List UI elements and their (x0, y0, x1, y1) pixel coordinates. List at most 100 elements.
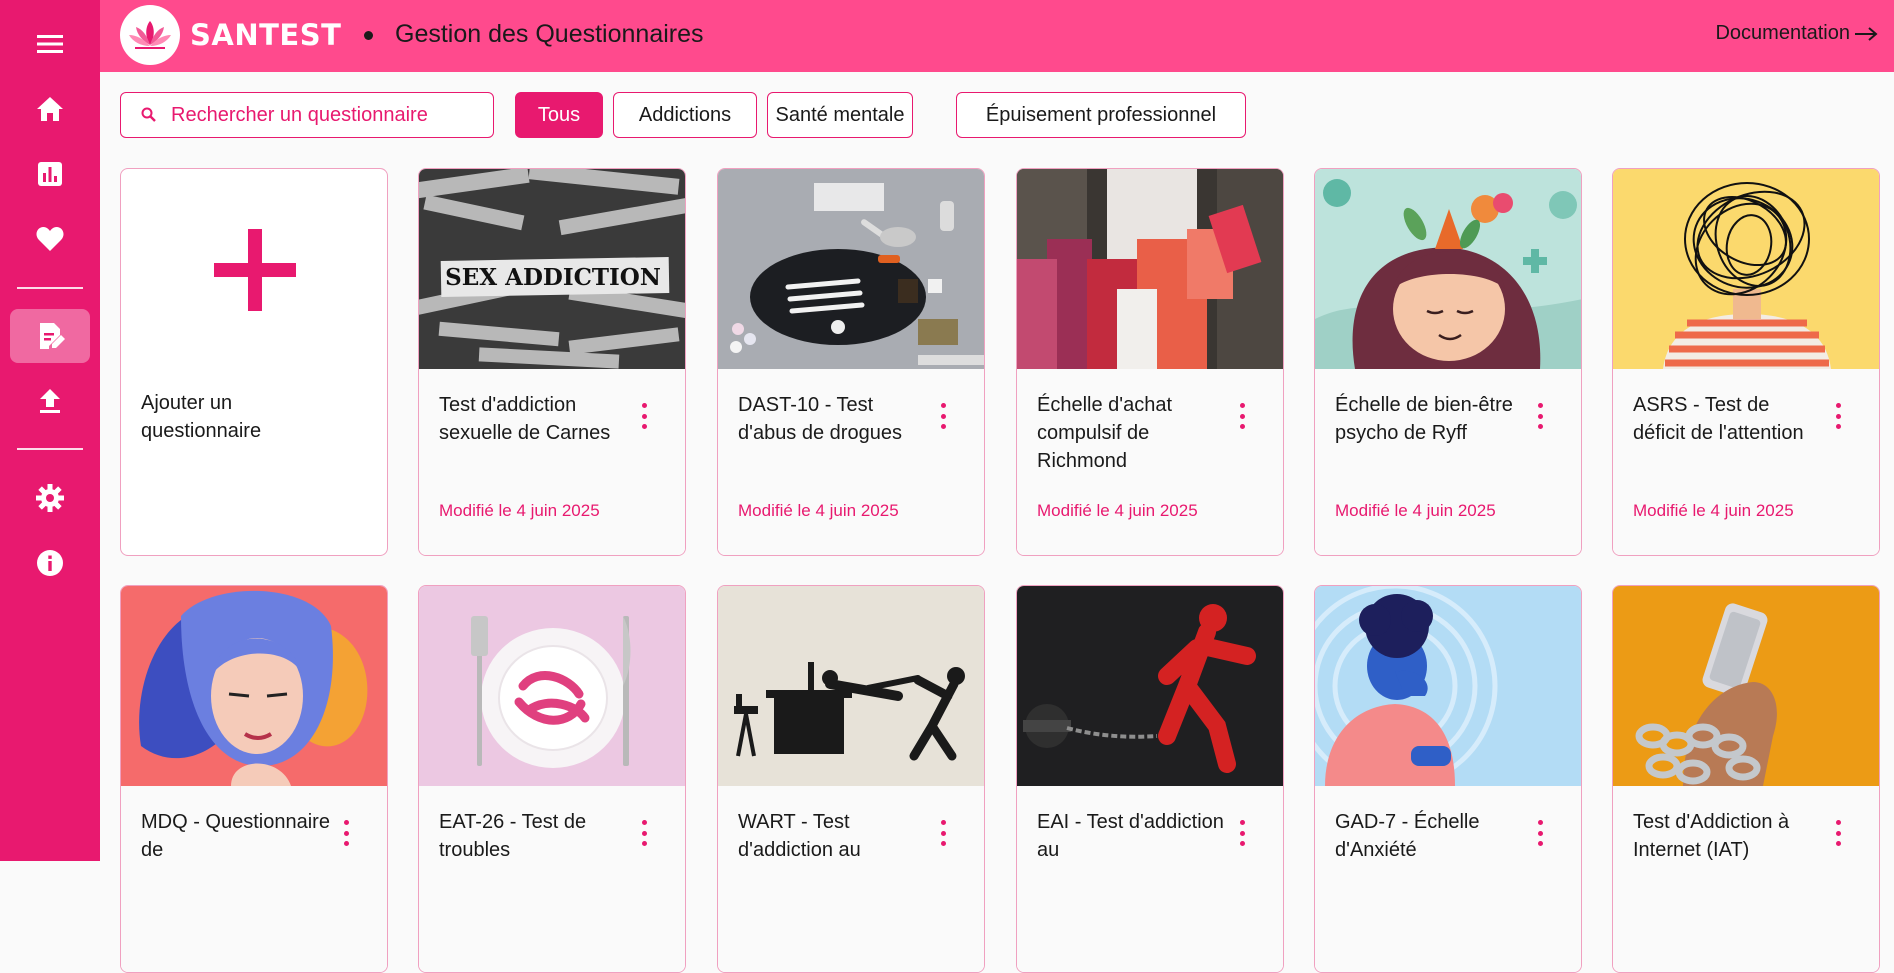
questionnaire-card[interactable]: Échelle de bien-être psycho de Ryff Modi… (1314, 168, 1582, 556)
search-icon (141, 107, 156, 122)
sidebar-item-stats[interactable] (10, 147, 90, 201)
search-input[interactable] (171, 103, 471, 127)
more-options-icon[interactable] (634, 403, 654, 429)
card-title: Test d'Addiction à Internet (IAT) (1633, 811, 1790, 861)
card-image (718, 169, 984, 369)
card-date: Modifié le 4 juin 2025 (1037, 501, 1198, 520)
card-title: GAD-7 - Échelle d'Anxiété (1335, 811, 1480, 861)
add-questionnaire-card[interactable]: Ajouter un questionnaire (120, 168, 388, 556)
card-title: ASRS - Test de déficit de l'attention (1633, 394, 1804, 444)
card-image (419, 586, 685, 786)
gear-icon (36, 484, 64, 512)
questionnaire-card[interactable]: SEX ADDICTION Test d'addiction sexuelle … (418, 168, 686, 556)
more-options-icon[interactable] (933, 820, 953, 846)
sidebar-item-questionnaires[interactable] (10, 309, 90, 363)
card-date: Modifié le 4 juin 2025 (1633, 501, 1794, 520)
card-body: DAST-10 - Test d'abus de drogues Modifié… (718, 369, 984, 555)
card-title: WART - Test d'addiction au (738, 811, 861, 861)
scribble-head-image (1613, 169, 1879, 369)
more-options-icon[interactable] (1232, 820, 1252, 846)
plate-measuring-tape-image (419, 586, 685, 786)
edit-note-icon (40, 323, 65, 349)
card-body: ASRS - Test de déficit de l'attention Mo… (1613, 369, 1879, 555)
newspaper-clippings-image: SEX ADDICTION (419, 169, 685, 369)
chained-runner-image (1017, 586, 1283, 786)
menu-button[interactable] (10, 17, 90, 71)
title-separator (364, 31, 373, 40)
card-image (1613, 169, 1879, 369)
workaholic-silhouette-image (718, 586, 984, 786)
card-body: Test d'Addiction à Internet (IAT) (1613, 786, 1879, 972)
questionnaire-card[interactable]: GAD-7 - Échelle d'Anxiété (1314, 585, 1582, 973)
more-options-icon[interactable] (933, 403, 953, 429)
more-options-icon[interactable] (634, 820, 654, 846)
svg-text:SEX ADDICTION: SEX ADDICTION (445, 264, 661, 291)
questionnaire-card[interactable]: WART - Test d'addiction au (717, 585, 985, 973)
sidebar-item-home[interactable] (10, 82, 90, 136)
more-options-icon[interactable] (1530, 820, 1550, 846)
card-body: GAD-7 - Échelle d'Anxiété (1315, 786, 1581, 972)
card-title: Échelle d'achat compulsif de Richmond (1037, 394, 1173, 472)
card-body: Échelle de bien-être psycho de Ryff Modi… (1315, 369, 1581, 555)
sidebar-item-info[interactable] (10, 536, 90, 590)
sidebar (0, 0, 100, 861)
sidebar-divider (17, 287, 83, 289)
questionnaire-card[interactable]: EAT-26 - Test de troubles (418, 585, 686, 973)
filter-chip-burnout[interactable]: Épuisement professionnel (956, 92, 1246, 138)
drugs-image (718, 169, 984, 369)
questionnaire-card[interactable]: DAST-10 - Test d'abus de drogues Modifié… (717, 168, 985, 556)
card-title: DAST-10 - Test d'abus de drogues (738, 394, 902, 444)
more-options-icon[interactable] (1232, 403, 1252, 429)
card-body: EAT-26 - Test de troubles (419, 786, 685, 972)
card-body: Échelle d'achat compulsif de Richmond Mo… (1017, 369, 1283, 555)
faces-illustration (121, 586, 387, 786)
sidebar-divider (17, 448, 83, 450)
filter-chip-addictions[interactable]: Addictions (613, 92, 757, 138)
heart-icon (36, 227, 64, 251)
questionnaire-card[interactable]: Test d'Addiction à Internet (IAT) (1612, 585, 1880, 973)
page-title: Gestion des Questionnaires (395, 20, 704, 48)
card-body: Test d'addiction sexuelle de Carnes Modi… (419, 369, 685, 555)
more-options-icon[interactable] (1828, 403, 1848, 429)
documentation-link[interactable]: Documentation (1715, 22, 1878, 45)
top-bar: SANTEST Gestion des Questionnaires Docum… (100, 0, 1894, 72)
wellbeing-illustration (1315, 169, 1581, 369)
card-image (1017, 169, 1283, 369)
questionnaire-card[interactable]: Échelle d'achat compulsif de Richmond Mo… (1016, 168, 1284, 556)
card-title: EAT-26 - Test de troubles (439, 811, 587, 861)
card-title: Test d'addiction sexuelle de Carnes (439, 394, 611, 444)
home-icon (37, 97, 63, 121)
chart-icon (38, 162, 62, 186)
card-title: EAI - Test d'addiction au (1037, 811, 1224, 861)
upload-icon (40, 389, 60, 413)
lotus-icon (129, 21, 171, 49)
add-questionnaire-label: Ajouter un questionnaire (141, 392, 262, 442)
more-options-icon[interactable] (1530, 403, 1550, 429)
sidebar-item-favorites[interactable] (10, 212, 90, 266)
card-image (121, 586, 387, 786)
filter-chip-all[interactable]: Tous (515, 92, 603, 138)
logo[interactable] (120, 5, 180, 65)
card-image (1315, 169, 1581, 369)
questionnaire-card[interactable]: MDQ - Questionnaire de (120, 585, 388, 973)
more-options-icon[interactable] (1828, 820, 1848, 846)
more-options-icon[interactable] (336, 820, 356, 846)
card-body: WART - Test d'addiction au (718, 786, 984, 972)
card-image (1315, 586, 1581, 786)
phone-chains-image (1613, 586, 1879, 786)
card-image (1613, 586, 1879, 786)
arrow-right-icon (1855, 26, 1878, 41)
sidebar-item-upload[interactable] (10, 374, 90, 428)
card-date: Modifié le 4 juin 2025 (738, 501, 899, 520)
filter-chip-mental-health[interactable]: Santé mentale (767, 92, 913, 138)
questionnaire-card[interactable]: EAI - Test d'addiction au (1016, 585, 1284, 973)
documentation-label: Documentation (1715, 22, 1850, 44)
card-date: Modifié le 4 juin 2025 (439, 501, 600, 520)
questionnaire-card[interactable]: ASRS - Test de déficit de l'attention Mo… (1612, 168, 1880, 556)
anxious-person-illustration (1315, 586, 1581, 786)
card-title: Échelle de bien-être psycho de Ryff (1335, 394, 1513, 444)
shopping-bags-image (1017, 169, 1283, 369)
sidebar-item-settings[interactable] (10, 471, 90, 525)
card-body: EAI - Test d'addiction au (1017, 786, 1283, 972)
card-date: Modifié le 4 juin 2025 (1335, 501, 1496, 520)
